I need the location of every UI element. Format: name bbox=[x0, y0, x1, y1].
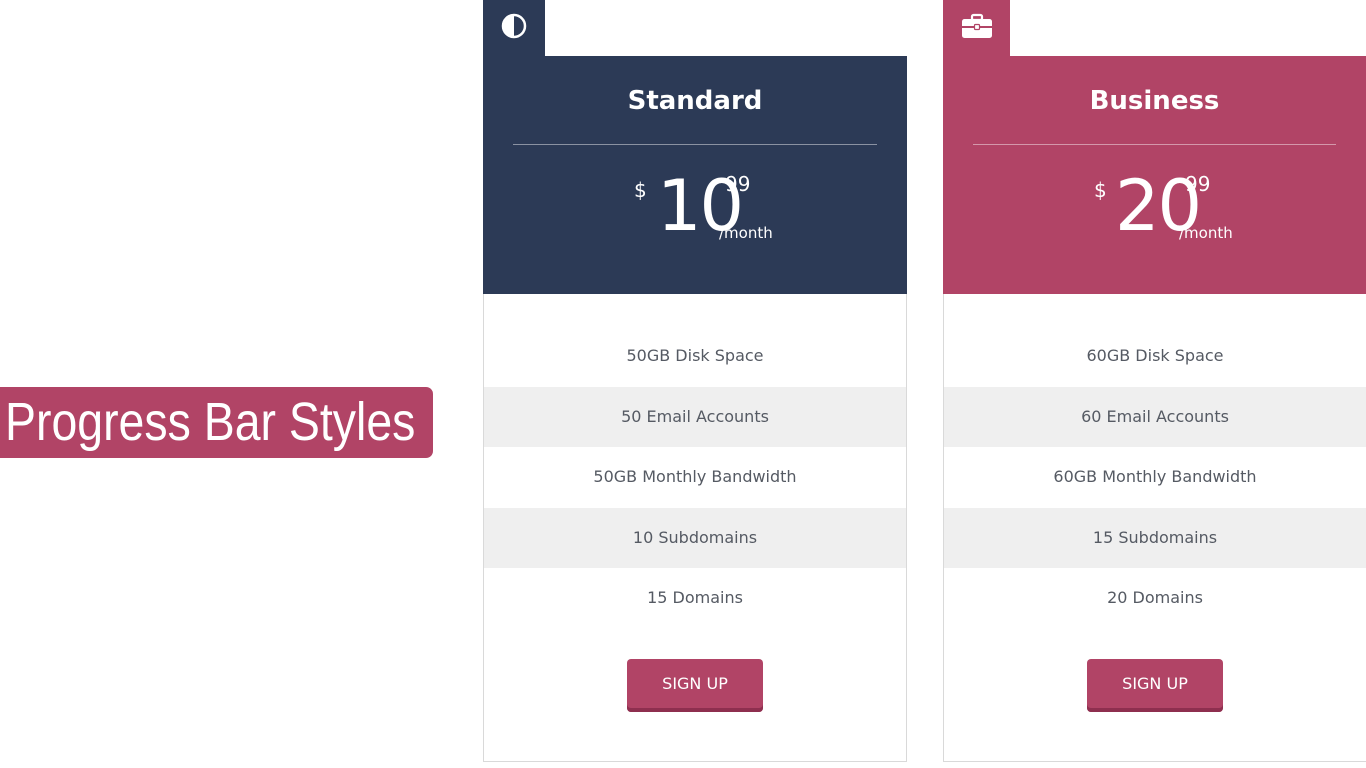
title-badge-label: Progress Bar Styles bbox=[5, 392, 416, 452]
feature-list: 60GB Disk Space 60 Email Accounts 60GB M… bbox=[944, 326, 1366, 629]
price-currency: $ bbox=[634, 178, 647, 202]
sign-up-button[interactable]: SIGN UP bbox=[627, 659, 763, 712]
icon-tab-business bbox=[943, 0, 1010, 56]
plan-header-standard: Standard $ 10 99 /month bbox=[483, 56, 907, 294]
briefcase-icon bbox=[961, 12, 993, 44]
plan-header-business: Business $ 20 99 /month bbox=[943, 56, 1366, 294]
feature-item: 15 Domains bbox=[647, 588, 743, 607]
feature-item: 20 Domains bbox=[1107, 588, 1203, 607]
feature-item: 60 Email Accounts bbox=[944, 386, 1366, 447]
price-cents: 99 bbox=[725, 172, 751, 196]
sign-up-button[interactable]: SIGN UP bbox=[1087, 659, 1223, 712]
feature-item: 10 Subdomains bbox=[484, 507, 906, 568]
plan-title: Standard bbox=[627, 86, 763, 116]
plan-price: $ 10 99 /month bbox=[483, 166, 907, 246]
feature-item: 50GB Monthly Bandwidth bbox=[593, 467, 797, 486]
pricing-card-business: Business $ 20 99 /month 60GB Disk Space … bbox=[943, 0, 1366, 762]
pricing-card-standard: Standard $ 10 99 /month 50GB Disk Space … bbox=[483, 0, 907, 762]
half-circle-contrast-icon bbox=[500, 12, 528, 44]
feature-item: 15 Subdomains bbox=[944, 507, 1366, 568]
price-period: /month bbox=[719, 224, 773, 242]
feature-list: 50GB Disk Space 50 Email Accounts 50GB M… bbox=[484, 326, 906, 629]
icon-tab-standard bbox=[483, 0, 545, 56]
feature-item: 50 Email Accounts bbox=[484, 386, 906, 447]
title-badge: Progress Bar Styles bbox=[0, 387, 433, 458]
feature-item: 60GB Monthly Bandwidth bbox=[1053, 467, 1257, 486]
header-divider bbox=[973, 144, 1336, 145]
feature-item: 60GB Disk Space bbox=[1086, 346, 1224, 365]
price-period: /month bbox=[1179, 224, 1233, 242]
price-currency: $ bbox=[1094, 178, 1107, 202]
feature-item: 50GB Disk Space bbox=[626, 346, 764, 365]
plan-title: Business bbox=[1089, 86, 1220, 116]
page: Progress Bar Styles Standard $ 10 99 /mo… bbox=[0, 0, 1366, 768]
header-divider bbox=[513, 144, 877, 145]
price-cents: 99 bbox=[1185, 172, 1211, 196]
plan-price: $ 20 99 /month bbox=[943, 166, 1366, 246]
